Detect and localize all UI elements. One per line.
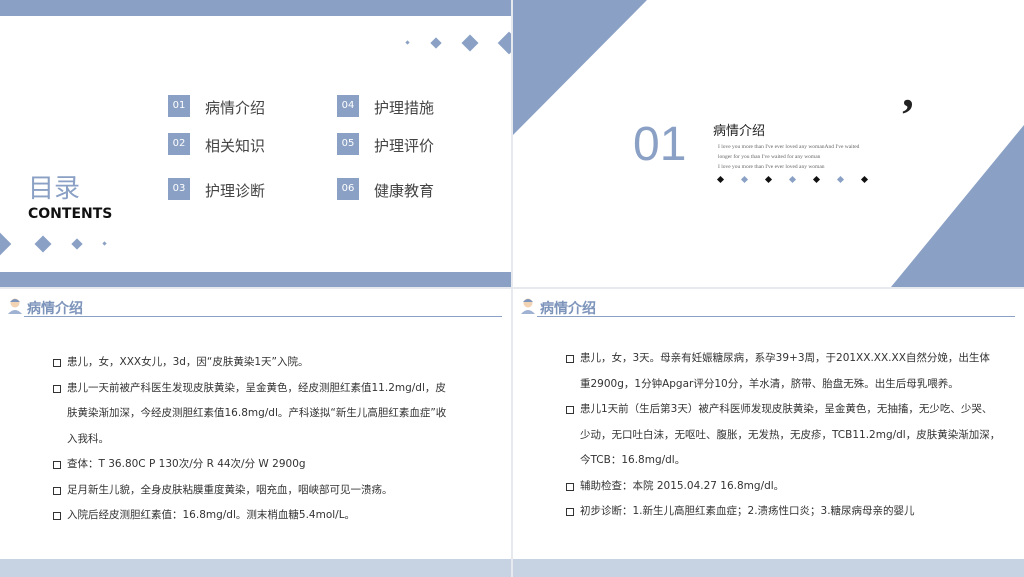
checkbox-icon <box>53 461 61 469</box>
checkbox-icon <box>53 512 61 520</box>
bullet-item: 查体：T 36.80C P 130次/分 R 44次/分 W 2900g <box>53 452 473 478</box>
diamond-deco <box>430 37 442 49</box>
bullet-item: 足月新生儿貌，全身皮肤粘膜重度黄染，咽充血，咽峡部可见一溃疡。 <box>53 478 473 504</box>
quote-mark: ’ <box>900 89 916 140</box>
bullet-item: 患儿，女，3天。母亲有妊娠糖尿病，系孕39+3周，于201XX.XX.XX自然分… <box>566 346 1016 397</box>
checkbox-icon <box>566 482 574 491</box>
slide-contents[interactable]: 目录 CONTENTS 01 病情介绍 02 相关知识 03 护理诊断 04 护… <box>0 0 511 287</box>
slide-case-intro-2[interactable]: 病情介绍 患儿，女，3天。母亲有妊娠糖尿病，系孕39+3周，于201XX.XX.… <box>513 289 1024 577</box>
diamond-deco <box>497 31 511 55</box>
checkbox-icon <box>566 406 574 414</box>
item-label[interactable]: 病情介绍 <box>205 97 265 118</box>
bullet-item: 患儿一天前被产科医生发现皮肤黄染，呈金黄色，经皮测胆红素值11.2mg/dl，皮… <box>53 376 473 453</box>
diamond-deco <box>0 232 12 256</box>
slide-section-01[interactable]: 01 病情介绍 ’ I love you more than I've ever… <box>513 0 1024 287</box>
item-label[interactable]: 护理措施 <box>374 97 434 118</box>
bullet-item: 患儿1天前（生后第3天）被产科医师发现皮肤黄染，呈金黄色，无抽搐，无少吃、少哭、… <box>566 397 1016 474</box>
contents-title-en: CONTENTS <box>28 206 113 222</box>
item-label[interactable]: 护理诊断 <box>205 180 265 201</box>
diamond-deco <box>71 238 83 250</box>
slide-header: 病情介绍 <box>27 301 83 317</box>
item-number: 04 <box>337 95 359 117</box>
bullet-item: 患儿，女，XXX女儿，3d，因“皮肤黄染1天”入院。 <box>53 350 473 376</box>
bottom-strip <box>513 559 1024 577</box>
diamond-deco <box>461 34 479 52</box>
item-number: 03 <box>168 178 190 200</box>
bullet-item: 初步诊断：1.新生儿高胆红素血症；2.溃疡性口炎；3.糖尿病母亲的婴儿 <box>566 499 1016 525</box>
checkbox-icon <box>53 359 61 367</box>
diamond-deco <box>102 241 107 246</box>
bottom-bar <box>0 272 511 287</box>
slide-case-intro-1[interactable]: 病情介绍 患儿，女，XXX女儿，3d，因“皮肤黄染1天”入院。 患儿一天前被产科… <box>0 289 511 577</box>
nurse-icon <box>521 298 535 314</box>
item-number: 06 <box>337 178 359 200</box>
bullet-item: 辅助检查：本院 2015.04.27 16.8mg/dl。 <box>566 474 1016 500</box>
slide-header: 病情介绍 <box>540 301 596 317</box>
header-underline <box>24 316 502 317</box>
subtitle-line: I love you more than I've ever loved any… <box>718 144 860 150</box>
checkbox-icon <box>566 355 574 363</box>
checkbox-icon <box>53 486 61 495</box>
diamond-deco <box>405 40 410 45</box>
section-number: 01 <box>633 118 687 171</box>
checkbox-icon <box>53 384 61 393</box>
subtitle-line: longer for you than I've waited for any … <box>718 154 821 160</box>
item-label[interactable]: 相关知识 <box>205 135 265 156</box>
nurse-icon <box>8 298 22 314</box>
item-number: 01 <box>168 95 190 117</box>
case-bullets: 患儿，女，3天。母亲有妊娠糖尿病，系孕39+3周，于201XX.XX.XX自然分… <box>566 346 1016 525</box>
bullet-item: 入院后经皮测胆红素值：16.8mg/dl。测末梢血糖5.4mol/L。 <box>53 503 473 529</box>
diamond-deco <box>34 235 52 253</box>
subtitle: I love you more than I've ever loved any… <box>718 142 859 172</box>
subtitle-line: I love you more than I've ever loved any… <box>718 164 825 170</box>
case-bullets: 患儿，女，XXX女儿，3d，因“皮肤黄染1天”入院。 患儿一天前被产科医生发现皮… <box>53 350 473 529</box>
top-bar <box>0 0 511 16</box>
contents-title-cn: 目录 <box>28 174 81 204</box>
header-underline <box>537 316 1015 317</box>
checkbox-icon <box>566 508 574 516</box>
bottom-strip <box>0 559 511 577</box>
item-number: 02 <box>168 133 190 155</box>
item-label[interactable]: 健康教育 <box>374 180 434 201</box>
section-title: 病情介绍 <box>713 124 766 139</box>
item-label[interactable]: 护理评价 <box>374 135 434 156</box>
item-number: 05 <box>337 133 359 155</box>
